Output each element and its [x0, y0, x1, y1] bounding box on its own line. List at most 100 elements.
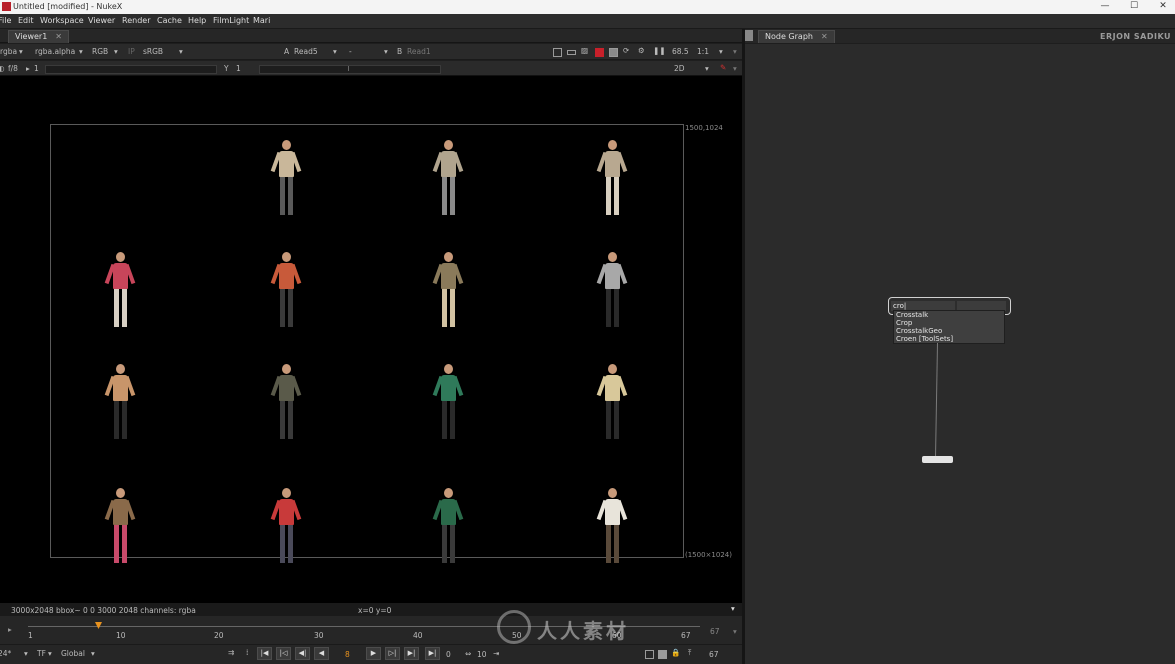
- expand-arrow-icon[interactable]: ▾: [731, 604, 735, 613]
- pixel-ratio[interactable]: 1:1: [697, 47, 709, 56]
- timeline[interactable]: ▸ 1 10 20 30 40 50 60 67 67 ▾: [0, 616, 742, 644]
- next-frame-button[interactable]: ▷|: [385, 647, 400, 660]
- chevron-down-icon: ▾: [719, 47, 723, 56]
- person-figure: [104, 252, 136, 332]
- menu-file[interactable]: File: [0, 16, 11, 25]
- channels-dropdown[interactable]: rgba: [0, 47, 17, 56]
- clipping-warning-icon[interactable]: [595, 48, 604, 57]
- chevron-down-icon: ▾: [384, 47, 388, 56]
- play-range-icon[interactable]: ⇉: [228, 648, 234, 657]
- tab-node-graph[interactable]: Node Graph ✕: [758, 30, 835, 43]
- tf-dropdown[interactable]: TF: [37, 649, 46, 658]
- search-result-item[interactable]: CrosstalkGeo: [894, 327, 1004, 335]
- fps-field[interactable]: 24*: [0, 649, 11, 658]
- increment-icon[interactable]: ⇔: [465, 649, 471, 658]
- close-icon[interactable]: ✕: [821, 32, 828, 41]
- prev-keyframe-button[interactable]: |◁: [276, 647, 291, 660]
- display-channels-dropdown[interactable]: RGB: [92, 47, 108, 56]
- gain-value[interactable]: 1: [34, 64, 39, 73]
- tab-viewer1[interactable]: Viewer1 ✕: [8, 30, 69, 43]
- person-figure: [596, 252, 628, 332]
- panel-menu-icon[interactable]: ▾: [733, 64, 737, 73]
- person-figure: [596, 488, 628, 568]
- panel-menu-icon[interactable]: ▾: [733, 47, 737, 56]
- increment-field[interactable]: 10: [477, 650, 487, 659]
- zebra-icon[interactable]: ▨: [581, 46, 588, 55]
- person-figure: [596, 364, 628, 444]
- step-icon[interactable]: ⇥: [493, 649, 499, 658]
- minimize-icon[interactable]: —: [1095, 0, 1115, 14]
- image-info: 3000x2048 bbox~ 0 0 3000 2048 channels: …: [11, 606, 196, 615]
- gamma-label: Y: [224, 64, 229, 73]
- input-a-dropdown[interactable]: Read5: [294, 47, 318, 56]
- panel-menu-icon[interactable]: ▾: [733, 627, 737, 636]
- ip-icon[interactable]: IP: [128, 47, 135, 56]
- menu-viewer[interactable]: Viewer: [88, 16, 115, 25]
- gamma-value[interactable]: 1: [236, 64, 241, 73]
- aperture-icon[interactable]: ◐: [0, 64, 5, 73]
- menu-help[interactable]: Help: [188, 16, 206, 25]
- pane-handle-icon[interactable]: [745, 30, 753, 41]
- person-figure: [270, 140, 302, 220]
- fstop-value[interactable]: f/8: [8, 64, 18, 73]
- stop-icon[interactable]: [609, 48, 618, 57]
- end-frame-field[interactable]: 67: [709, 650, 719, 659]
- lock-icon[interactable]: 🔒: [671, 648, 680, 657]
- gain-slider[interactable]: [45, 65, 217, 74]
- format-bottom-right-label: (1500×1024): [685, 551, 732, 559]
- gamma-slider[interactable]: [259, 65, 441, 74]
- close-icon[interactable]: ✕: [55, 32, 62, 41]
- watermark-text: 人人素材: [537, 619, 629, 643]
- tick-label: 1: [28, 631, 33, 640]
- play-small-icon[interactable]: ▸: [26, 64, 30, 73]
- first-frame-button[interactable]: |◀: [257, 647, 272, 660]
- close-icon[interactable]: ✕: [1153, 0, 1173, 14]
- pause-icon[interactable]: ❚❚: [653, 46, 666, 55]
- chevron-down-icon: ▾: [114, 47, 118, 56]
- last-frame-button[interactable]: ▶|: [425, 647, 440, 660]
- node-graph-canvas[interactable]: [745, 44, 1175, 664]
- play-backward-button[interactable]: ◀: [314, 647, 329, 660]
- next-keyframe-button[interactable]: ▶|: [404, 647, 419, 660]
- menu-mari[interactable]: Mari: [253, 16, 270, 25]
- menu-render[interactable]: Render: [122, 16, 150, 25]
- view-mode-dropdown[interactable]: 2D: [674, 64, 685, 73]
- menu-cache[interactable]: Cache: [157, 16, 182, 25]
- menu-workspace[interactable]: Workspace: [40, 16, 84, 25]
- range-mode-dropdown[interactable]: Global: [61, 649, 85, 658]
- gear-icon[interactable]: ⚙: [638, 46, 645, 55]
- menu-filmlight[interactable]: FilmLight: [213, 16, 249, 25]
- tab-node-graph-label: Node Graph: [765, 32, 813, 41]
- format-top-right-label: 1500,1024: [685, 124, 723, 132]
- in-point-icon[interactable]: ⁞: [246, 648, 248, 657]
- menu-edit[interactable]: Edit: [18, 16, 34, 25]
- viewer-node[interactable]: [922, 456, 953, 463]
- viewer-toolbar-top: rgba ▾ rgba.alpha ▾ RGB ▾ IP sRGB ▾ A Re…: [0, 44, 742, 60]
- export-icon[interactable]: ⤒: [688, 648, 691, 658]
- alpha-dropdown[interactable]: rgba.alpha: [35, 47, 75, 56]
- out-point-icon[interactable]: 0: [446, 650, 451, 659]
- bounce-mode-icon[interactable]: [658, 650, 667, 659]
- person-figure: [104, 364, 136, 444]
- roi-icon[interactable]: [553, 48, 562, 57]
- search-result-item[interactable]: Croen [ToolSets]: [894, 335, 1004, 343]
- maximize-icon[interactable]: ☐: [1124, 0, 1144, 14]
- prev-increment-button[interactable]: ◀|: [295, 647, 310, 660]
- refresh-icon[interactable]: ⟳: [623, 46, 629, 55]
- timeline-start-marker: ▸: [8, 625, 12, 634]
- user-name-label: ERJON SADIKU: [1100, 32, 1172, 41]
- search-result-item[interactable]: Crop: [894, 319, 1004, 327]
- proxy-icon[interactable]: [567, 50, 576, 55]
- current-frame-field[interactable]: 8: [345, 650, 350, 659]
- compare-mode-dropdown[interactable]: -: [349, 47, 352, 56]
- input-b-dropdown[interactable]: Read1: [407, 47, 431, 56]
- chevron-down-icon: ▾: [179, 47, 183, 56]
- paint-brush-icon[interactable]: ✎: [720, 63, 726, 72]
- zoom-level[interactable]: 68.5: [672, 47, 689, 56]
- play-forward-button[interactable]: ▶: [366, 647, 381, 660]
- slider-tick: [348, 66, 349, 71]
- search-result-item[interactable]: Crosstalk: [894, 311, 1004, 319]
- lut-dropdown[interactable]: sRGB: [143, 47, 163, 56]
- loop-mode-icon[interactable]: [645, 650, 654, 659]
- chevron-down-icon: ▾: [91, 649, 95, 658]
